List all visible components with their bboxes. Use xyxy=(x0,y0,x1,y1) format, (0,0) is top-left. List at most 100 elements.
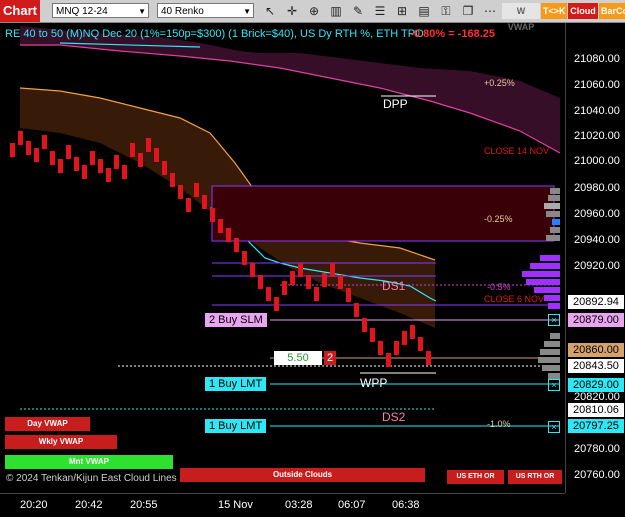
crosshair-icon[interactable]: ✛ xyxy=(284,3,300,19)
price-tick: 21040.00 xyxy=(574,105,620,117)
vp-bar xyxy=(526,279,560,285)
renko-brick xyxy=(202,195,207,209)
pct-plus-025-label: +0.25% xyxy=(484,78,515,88)
cloud-toggle[interactable]: Cloud xyxy=(568,3,598,19)
renko-brick xyxy=(18,131,23,145)
renko-brick xyxy=(322,273,327,287)
weekly-vwap-toggle[interactable]: W VWAP xyxy=(502,3,540,32)
time-tick: 06:07 xyxy=(338,499,366,511)
price-tick: 21080.00 xyxy=(574,53,620,65)
renko-brick xyxy=(194,183,199,197)
more-icon[interactable]: ⋯ xyxy=(482,3,498,19)
pct-minus-025-label: -0.25% xyxy=(484,214,513,224)
time-tick: 15 Nov xyxy=(218,499,253,511)
renko-brick xyxy=(82,165,87,179)
close-order-icon[interactable]: × xyxy=(548,379,560,391)
chart-toolbar: Chart MNQ 12-24 ▼ 40 Renko ▼ ↖ ✛ ⊕ ▥ ✎ ☰… xyxy=(0,0,625,32)
bar-type-value: 40 Renko xyxy=(161,6,204,17)
buy-lmt-order-1[interactable]: 1 Buy LMT xyxy=(205,377,267,391)
renko-brick xyxy=(122,165,127,179)
current-price-box: 20843.50 xyxy=(568,359,624,373)
percent-change: -0.80% = -168.25 xyxy=(410,28,495,40)
renko-chart[interactable]: RE 40 to 50 (M)NQ Dec 20 (1%=150p=$300) … xyxy=(0,23,565,493)
zoom-icon[interactable]: ⊕ xyxy=(306,3,322,19)
template-icon[interactable]: ▤ xyxy=(416,3,432,19)
price-axis[interactable]: 21080.00 21060.00 21040.00 21020.00 2100… xyxy=(565,23,625,493)
renko-brick xyxy=(42,135,47,149)
close-14nov-label: CLOSE 14 NOV xyxy=(484,146,550,156)
price-tick: 20980.00 xyxy=(574,182,620,194)
renko-brick xyxy=(242,251,247,265)
tenkan-kijun-toggle[interactable]: T<>K xyxy=(541,3,567,19)
renko-brick xyxy=(50,151,55,165)
renko-brick xyxy=(426,351,431,365)
us-eth-or-pill[interactable]: US ETH OR xyxy=(447,470,504,484)
pointer-icon[interactable]: ↖ xyxy=(262,3,278,19)
draw-icon[interactable]: ✎ xyxy=(350,3,366,19)
price-box: 20797.25 xyxy=(568,419,624,433)
barcolor-toggle[interactable]: BarCo xyxy=(599,3,625,19)
renko-brick xyxy=(250,263,255,277)
buy-lmt-order-2[interactable]: 1 Buy LMT xyxy=(205,419,267,433)
pct-minus-10-label: -1.0% xyxy=(487,419,511,429)
wpp-label: WPP xyxy=(360,376,388,390)
us-rth-or-pill[interactable]: US RTH OR xyxy=(508,470,562,484)
chevron-down-icon: ▼ xyxy=(243,7,251,16)
time-tick: 20:55 xyxy=(130,499,158,511)
mnt-vwap-pill[interactable]: Mnt VWAP xyxy=(5,455,173,469)
ds2-label: DS2 xyxy=(382,410,406,424)
time-tick: 20:42 xyxy=(75,499,103,511)
renko-brick xyxy=(274,297,279,311)
renko-brick xyxy=(282,281,287,295)
renko-brick xyxy=(130,143,135,157)
quantity-count[interactable]: 2 xyxy=(324,351,336,365)
renko-brick xyxy=(314,287,319,301)
bar-type-selector[interactable]: 40 Renko ▼ xyxy=(157,3,254,18)
renko-brick xyxy=(402,331,407,345)
price-tick: 20940.00 xyxy=(574,234,620,246)
vp-bar xyxy=(550,188,560,194)
vp-bar xyxy=(540,255,560,261)
renko-brick xyxy=(338,275,343,289)
bars-icon[interactable]: ▥ xyxy=(328,3,344,19)
lock-icon[interactable]: ⚿ xyxy=(438,3,454,19)
price-box: 20810.06 xyxy=(568,403,624,417)
vp-bar xyxy=(550,333,560,339)
vp-bar xyxy=(546,235,560,241)
renko-brick xyxy=(106,168,111,182)
time-axis[interactable]: 20:20 20:42 20:55 15 Nov 03:28 06:07 06:… xyxy=(0,493,565,517)
chart-menu-button[interactable]: Chart xyxy=(0,0,40,22)
renko-brick xyxy=(290,271,295,285)
outside-clouds-pill[interactable]: Outside Clouds xyxy=(180,468,425,482)
renko-brick xyxy=(98,159,103,173)
vp-bar xyxy=(546,211,560,217)
renko-brick xyxy=(146,138,151,152)
renko-brick xyxy=(306,275,311,289)
plus-icon[interactable]: ⊞ xyxy=(394,3,410,19)
renko-brick xyxy=(74,157,79,171)
renko-brick xyxy=(218,219,223,233)
renko-brick xyxy=(170,173,175,187)
buy-slm-order[interactable]: 2 Buy SLM xyxy=(205,313,267,327)
price-tick: 20820.00 xyxy=(574,391,620,403)
renko-brick xyxy=(114,155,119,169)
layers-icon[interactable]: ❐ xyxy=(460,3,476,19)
price-tick: 21000.00 xyxy=(574,155,620,167)
day-vwap-pill[interactable]: Day VWAP xyxy=(5,417,90,431)
renko-brick xyxy=(178,185,183,199)
renko-brick xyxy=(298,263,303,277)
close-order-icon[interactable]: × xyxy=(548,421,560,433)
renko-brick xyxy=(362,318,367,332)
renko-brick xyxy=(154,148,159,162)
properties-icon[interactable]: ☰ xyxy=(372,3,388,19)
renko-brick xyxy=(378,341,383,355)
renko-brick xyxy=(210,208,215,222)
ds1-label: DS1 xyxy=(382,279,406,293)
instrument-selector[interactable]: MNQ 12-24 ▼ xyxy=(52,3,149,18)
wkly-vwap-pill[interactable]: Wkly VWAP xyxy=(5,435,117,449)
renko-brick xyxy=(354,303,359,317)
renko-brick xyxy=(386,353,391,367)
quantity-input[interactable]: 5.50 xyxy=(274,351,322,365)
close-order-icon[interactable]: × xyxy=(548,314,560,326)
instrument-value: MNQ 12-24 xyxy=(56,6,108,17)
